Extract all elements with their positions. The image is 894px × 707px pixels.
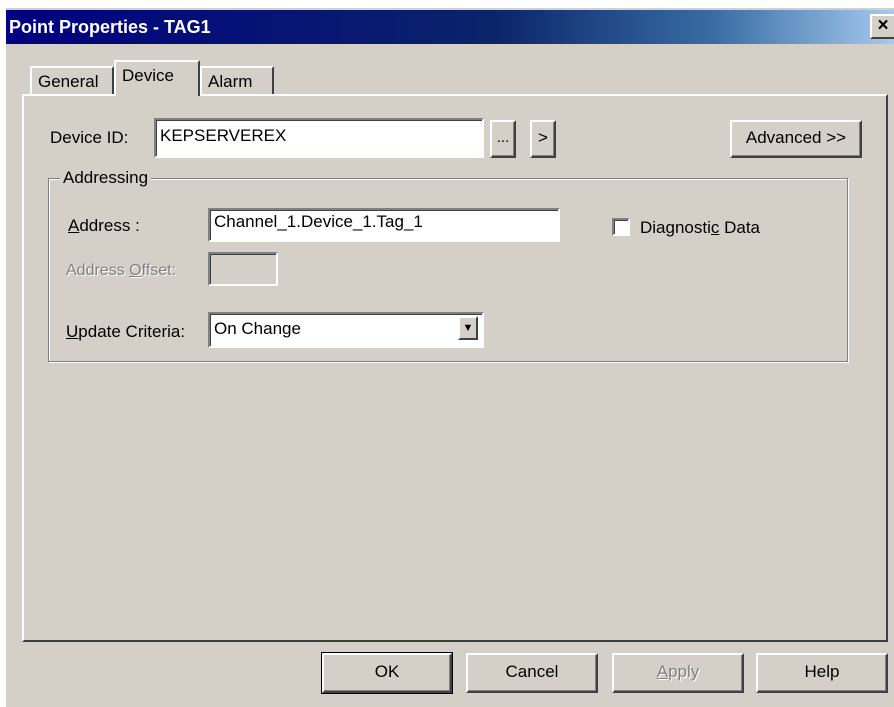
tab-alarm-label: Alarm	[208, 72, 253, 91]
tab-device-label: Device	[122, 66, 174, 85]
close-button[interactable]: ×	[870, 14, 894, 39]
tab-device[interactable]: Device	[114, 60, 200, 96]
tab-general-label: General	[38, 72, 99, 91]
close-icon: ×	[877, 15, 889, 36]
tab-general[interactable]: General	[30, 66, 114, 96]
tab-panel-device	[22, 94, 888, 642]
tab-alarm[interactable]: Alarm	[200, 66, 274, 96]
window-title: Point Properties - TAG1	[9, 17, 211, 37]
title-bar[interactable]: Point Properties - TAG1 ×	[6, 10, 894, 44]
